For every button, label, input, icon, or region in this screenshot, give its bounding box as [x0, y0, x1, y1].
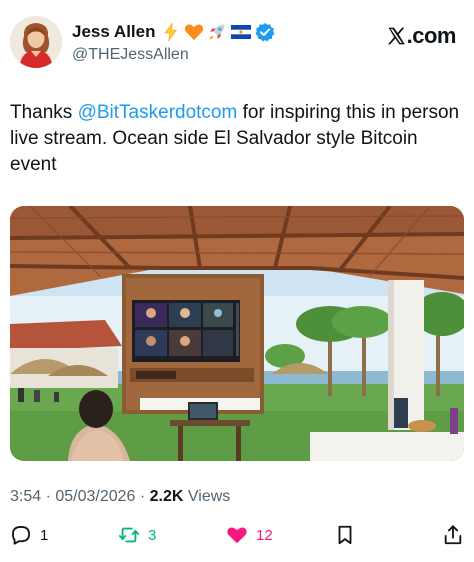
orange-heart-icon: [185, 24, 204, 40]
name-emojis: [161, 22, 275, 42]
tweet-text-prefix: Thanks: [10, 102, 78, 123]
retweet-icon: [118, 527, 140, 543]
x-brand-icon: [387, 27, 405, 45]
tweet-time[interactable]: 3:54: [10, 488, 41, 505]
tweet-photo[interactable]: [10, 206, 464, 461]
x-logo-text: .com: [406, 23, 457, 48]
reply-count: 1: [40, 526, 49, 544]
handle[interactable]: @THEJessAllen: [72, 46, 189, 64]
el-salvador-flag-icon: [231, 24, 252, 40]
display-name[interactable]: Jess Allen: [72, 22, 155, 42]
name-row: Jess Allen: [72, 22, 275, 42]
avatar-image: [10, 16, 62, 68]
share-icon: [444, 525, 462, 545]
bookmark-button[interactable]: [334, 524, 356, 546]
tweet-actions: 1 3 12: [10, 524, 462, 550]
photo-outdoor-livestream: [10, 206, 464, 461]
tweet-date[interactable]: 05/03/2026: [55, 488, 135, 505]
retweet-count: 3: [148, 526, 157, 544]
reply-button[interactable]: 1: [10, 524, 48, 546]
tweet-meta: 3:54 · 05/03/2026 · 2.2K Views: [10, 488, 230, 506]
bookmark-icon: [338, 525, 352, 545]
share-button[interactable]: [442, 524, 464, 546]
meta-separator-2: ·: [135, 488, 150, 505]
tweet-text: Thanks @BitTaskerdotcom for inspiring th…: [10, 100, 460, 178]
views-count: 2.2K: [149, 488, 184, 505]
verified-badge-icon: [255, 23, 275, 42]
tweet-header: Jess Allen @THEJessAllen .com: [10, 16, 464, 74]
rocket-icon: [209, 24, 225, 40]
lightning-icon: [164, 22, 178, 42]
views-label: Views: [183, 488, 231, 505]
reply-icon: [12, 526, 30, 545]
mention-link[interactable]: @BitTaskerdotcom: [78, 102, 238, 123]
meta-separator: ·: [41, 488, 56, 505]
avatar[interactable]: [10, 16, 62, 68]
like-count: 12: [256, 526, 273, 544]
x-logo[interactable]: .com: [386, 23, 457, 49]
heart-filled-icon: [227, 527, 247, 544]
like-button[interactable]: 12: [226, 524, 273, 546]
retweet-button[interactable]: 3: [118, 524, 156, 546]
